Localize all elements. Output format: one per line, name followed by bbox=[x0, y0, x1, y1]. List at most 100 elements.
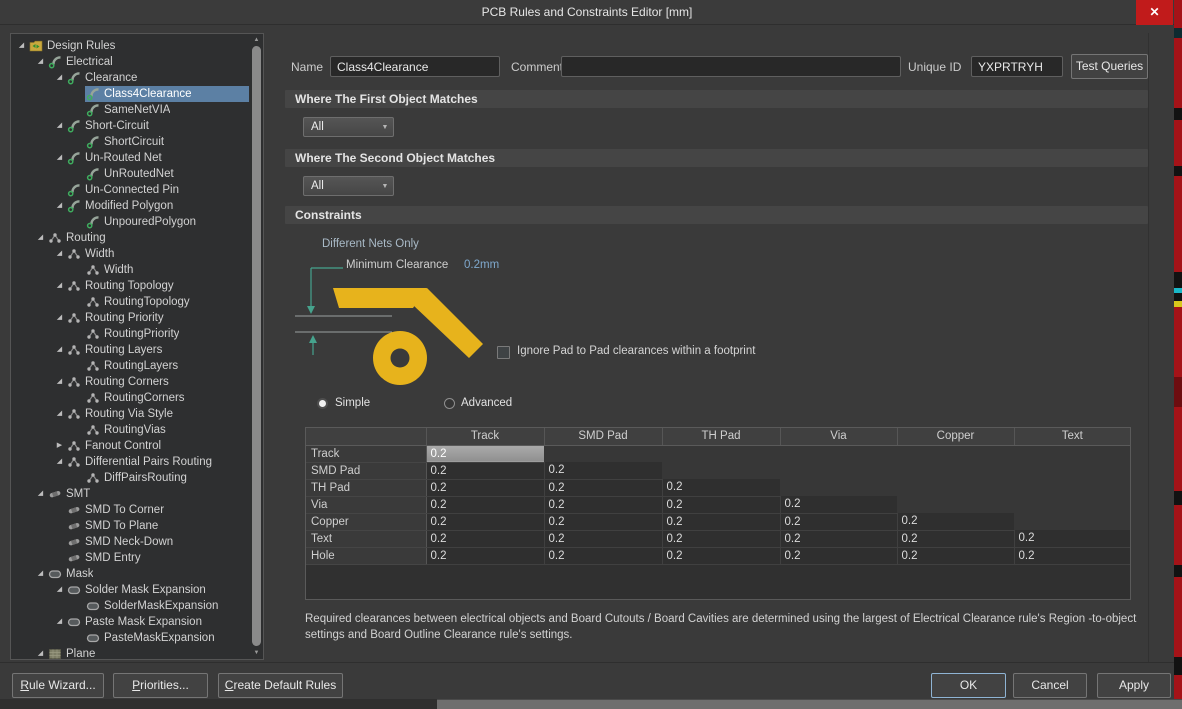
priorities-button[interactable]: Priorities... bbox=[113, 673, 208, 698]
collapse-icon[interactable]: ◢ bbox=[53, 342, 66, 358]
collapse-icon[interactable]: ◢ bbox=[53, 150, 66, 166]
matrix-cell-th-pad-th-pad[interactable]: 0.2 bbox=[662, 479, 780, 496]
collapse-icon[interactable]: ◢ bbox=[53, 118, 66, 134]
scrollbar-thumb[interactable] bbox=[252, 46, 261, 646]
matrix-cell-track-track[interactable]: 0.2 bbox=[426, 445, 544, 462]
scroll-down-icon[interactable]: ▼ bbox=[250, 647, 263, 659]
collapse-icon[interactable]: ◢ bbox=[53, 198, 66, 214]
tree-item-un-connected-pin[interactable]: Un-Connected Pin bbox=[11, 182, 249, 198]
tree-item-un-routed-net[interactable]: ◢Un-Routed Net bbox=[11, 150, 249, 166]
ok-button[interactable]: OK bbox=[931, 673, 1006, 698]
tree-item-modified-polygon[interactable]: ◢Modified Polygon bbox=[11, 198, 249, 214]
tree-item-smd-to-corner[interactable]: SMD To Corner bbox=[11, 502, 249, 518]
tree-item-mask[interactable]: ◢Mask bbox=[11, 566, 249, 582]
tree-item-unroutednet[interactable]: UnRoutedNet bbox=[11, 166, 249, 182]
test-queries-button[interactable]: Test Queries bbox=[1071, 54, 1148, 79]
tree-item-solder-mask-expansion[interactable]: ◢Solder Mask Expansion bbox=[11, 582, 249, 598]
tree-scrollbar[interactable]: ▲ ▼ bbox=[250, 34, 263, 659]
matrix-cell-copper-th-pad[interactable]: 0.2 bbox=[662, 513, 780, 530]
unique-id-input[interactable] bbox=[971, 56, 1063, 77]
tree-item-unpouredpolygon[interactable]: UnpouredPolygon bbox=[11, 214, 249, 230]
tree-item-routing[interactable]: ◢Routing bbox=[11, 230, 249, 246]
matrix-cell-text-copper[interactable]: 0.2 bbox=[897, 530, 1014, 547]
matrix-cell-copper-smd-pad[interactable]: 0.2 bbox=[544, 513, 662, 530]
collapse-icon[interactable]: ◢ bbox=[15, 38, 28, 54]
ignore-pad-checkbox[interactable] bbox=[497, 346, 510, 359]
collapse-icon[interactable]: ◢ bbox=[53, 406, 66, 422]
collapse-icon[interactable]: ◢ bbox=[34, 646, 47, 660]
create-default-rules-button[interactable]: Create Default Rules bbox=[218, 673, 343, 698]
tree-item-class4clearance[interactable]: Class4Clearance bbox=[11, 86, 249, 102]
matrix-cell-text-th-pad[interactable]: 0.2 bbox=[662, 530, 780, 547]
matrix-cell-smd-pad-track[interactable]: 0.2 bbox=[426, 462, 544, 479]
tree-item-routingtopology[interactable]: RoutingTopology bbox=[11, 294, 249, 310]
matrix-cell-via-via[interactable]: 0.2 bbox=[780, 496, 897, 513]
matrix-cell-via-track[interactable]: 0.2 bbox=[426, 496, 544, 513]
scroll-up-icon[interactable]: ▲ bbox=[250, 34, 263, 46]
close-button[interactable]: ✕ bbox=[1136, 0, 1173, 25]
tree-item-soldermaskexpansion[interactable]: SolderMaskExpansion bbox=[11, 598, 249, 614]
tree-item-smd-entry[interactable]: SMD Entry bbox=[11, 550, 249, 566]
tree-item-pastemaskexpansion[interactable]: PasteMaskExpansion bbox=[11, 630, 249, 646]
name-input[interactable] bbox=[330, 56, 500, 77]
tree-item-design-rules[interactable]: ◢Design Rules bbox=[11, 38, 249, 54]
tree-item-electrical[interactable]: ◢Electrical bbox=[11, 54, 249, 70]
matrix-cell-via-smd-pad[interactable]: 0.2 bbox=[544, 496, 662, 513]
tree-item-routing-topology[interactable]: ◢Routing Topology bbox=[11, 278, 249, 294]
matrix-cell-hole-smd-pad[interactable]: 0.2 bbox=[544, 547, 662, 564]
matrix-cell-text-track[interactable]: 0.2 bbox=[426, 530, 544, 547]
apply-button[interactable]: Apply bbox=[1097, 673, 1171, 698]
tree-item-smd-to-plane[interactable]: SMD To Plane bbox=[11, 518, 249, 534]
tree-item-routingcorners[interactable]: RoutingCorners bbox=[11, 390, 249, 406]
matrix-cell-copper-via[interactable]: 0.2 bbox=[780, 513, 897, 530]
tree-item-routing-via-style[interactable]: ◢Routing Via Style bbox=[11, 406, 249, 422]
collapse-icon[interactable]: ◢ bbox=[53, 70, 66, 86]
collapse-icon[interactable]: ◢ bbox=[53, 374, 66, 390]
expand-icon[interactable]: ▶ bbox=[53, 438, 66, 454]
tree-item-shortcircuit[interactable]: ShortCircuit bbox=[11, 134, 249, 150]
tree-item-routingvias[interactable]: RoutingVias bbox=[11, 422, 249, 438]
tree-item-paste-mask-expansion[interactable]: ◢Paste Mask Expansion bbox=[11, 614, 249, 630]
advanced-radio-label[interactable]: Advanced bbox=[461, 397, 512, 409]
tree-item-smd-neck-down[interactable]: SMD Neck-Down bbox=[11, 534, 249, 550]
collapse-icon[interactable]: ◢ bbox=[53, 614, 66, 630]
collapse-icon[interactable]: ◢ bbox=[53, 278, 66, 294]
collapse-icon[interactable]: ◢ bbox=[53, 582, 66, 598]
matrix-cell-th-pad-smd-pad[interactable]: 0.2 bbox=[544, 479, 662, 496]
second-match-dropdown[interactable]: All ▼ bbox=[303, 176, 394, 196]
collapse-icon[interactable]: ◢ bbox=[34, 486, 47, 502]
tree-item-diffpairsrouting[interactable]: DiffPairsRouting bbox=[11, 470, 249, 486]
tree-item-routinglayers[interactable]: RoutingLayers bbox=[11, 358, 249, 374]
collapse-icon[interactable]: ◢ bbox=[34, 54, 47, 70]
collapse-icon[interactable]: ◢ bbox=[34, 230, 47, 246]
first-match-dropdown[interactable]: All ▼ bbox=[303, 117, 394, 137]
matrix-cell-via-th-pad[interactable]: 0.2 bbox=[662, 496, 780, 513]
tree-item-short-circuit[interactable]: ◢Short-Circuit bbox=[11, 118, 249, 134]
matrix-cell-copper-track[interactable]: 0.2 bbox=[426, 513, 544, 530]
simple-radio[interactable] bbox=[317, 398, 328, 409]
matrix-cell-text-text[interactable]: 0.2 bbox=[1014, 530, 1130, 547]
matrix-cell-text-smd-pad[interactable]: 0.2 bbox=[544, 530, 662, 547]
tree-item-routing-corners[interactable]: ◢Routing Corners bbox=[11, 374, 249, 390]
tree-item-width[interactable]: Width bbox=[11, 262, 249, 278]
collapse-icon[interactable]: ◢ bbox=[53, 454, 66, 470]
tree-item-plane[interactable]: ◢Plane bbox=[11, 646, 249, 660]
rule-wizard-button[interactable]: Rule Wizard... bbox=[12, 673, 104, 698]
matrix-cell-th-pad-track[interactable]: 0.2 bbox=[426, 479, 544, 496]
collapse-icon[interactable]: ◢ bbox=[34, 566, 47, 582]
matrix-cell-hole-th-pad[interactable]: 0.2 bbox=[662, 547, 780, 564]
matrix-cell-text-via[interactable]: 0.2 bbox=[780, 530, 897, 547]
matrix-cell-smd-pad-smd-pad[interactable]: 0.2 bbox=[544, 462, 662, 479]
tree-item-fanout-control[interactable]: ▶Fanout Control bbox=[11, 438, 249, 454]
collapse-icon[interactable]: ◢ bbox=[53, 310, 66, 326]
matrix-cell-copper-copper[interactable]: 0.2 bbox=[897, 513, 1014, 530]
tree-item-width[interactable]: ◢Width bbox=[11, 246, 249, 262]
tree-item-routing-layers[interactable]: ◢Routing Layers bbox=[11, 342, 249, 358]
tree-item-smt[interactable]: ◢SMT bbox=[11, 486, 249, 502]
collapse-icon[interactable]: ◢ bbox=[53, 246, 66, 262]
comment-input[interactable] bbox=[561, 56, 901, 77]
advanced-radio[interactable] bbox=[444, 398, 455, 409]
tree-item-routingpriority[interactable]: RoutingPriority bbox=[11, 326, 249, 342]
tree-item-samenetvia[interactable]: SameNetVIA bbox=[11, 102, 249, 118]
matrix-cell-hole-text[interactable]: 0.2 bbox=[1014, 547, 1130, 564]
